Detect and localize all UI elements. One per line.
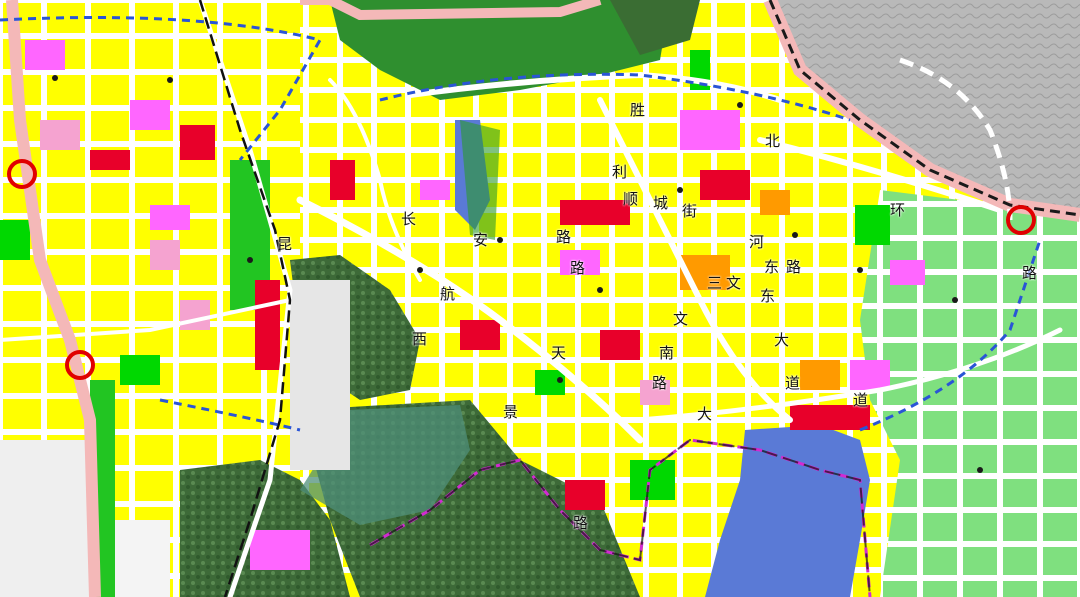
label-lu-6: 路: [652, 374, 668, 392]
label-sanwen-san: 三: [707, 274, 723, 292]
label-bei: 北: [765, 132, 781, 150]
label-jing: 景: [503, 403, 519, 421]
label-shun: 顺: [623, 190, 639, 208]
sw-light-area: [0, 440, 90, 597]
label-wen: 文: [673, 310, 689, 328]
map-canvas: [0, 0, 1080, 597]
label-dong: 东: [764, 258, 780, 276]
label-da-2: 大: [697, 405, 713, 423]
label-jie: 街: [682, 202, 698, 220]
label-tian: 天: [551, 344, 567, 362]
land-use-map[interactable]: 胜 北 利 顺 城 街 长 安 路 路 昆 航 西 天 景 路 河 东 路 环 …: [0, 0, 1080, 597]
label-he: 河: [749, 233, 765, 251]
label-sheng: 胜: [630, 101, 646, 119]
label-lu-4: 路: [786, 258, 802, 276]
label-lu-5: 路: [1022, 264, 1038, 282]
label-dao-1: 道: [785, 374, 801, 392]
label-da-1: 大: [774, 331, 790, 349]
label-lu-3: 路: [573, 514, 589, 532]
label-cheng: 城: [653, 194, 669, 212]
label-sanwen-wen: 文: [726, 274, 742, 292]
label-xi: 西: [412, 330, 428, 348]
label-nan: 南: [659, 344, 675, 362]
label-huan: 环: [890, 201, 906, 219]
label-chang: 长: [401, 210, 417, 228]
label-hang: 航: [440, 285, 456, 303]
label-an: 安: [473, 231, 489, 249]
label-dao-2: 道: [853, 391, 869, 409]
light-gray-area: [290, 280, 350, 470]
label-lu-1: 路: [556, 228, 572, 246]
label-kun: 昆: [277, 235, 293, 253]
label-li: 利: [612, 163, 628, 181]
label-dong-2: 东: [760, 287, 776, 305]
label-lu-2: 路: [570, 259, 586, 277]
east-green: [860, 190, 1080, 597]
